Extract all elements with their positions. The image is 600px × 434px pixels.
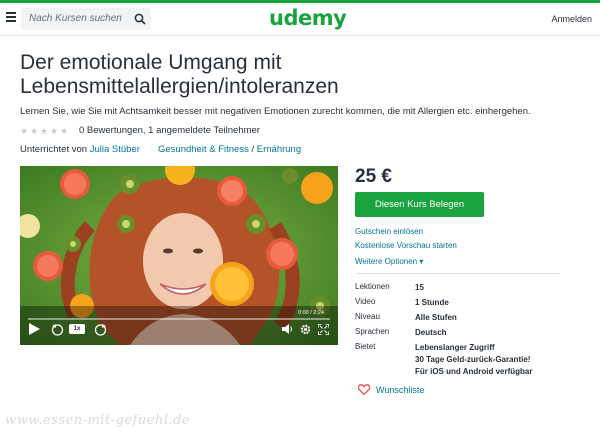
detail-key: Lektionen [355,282,390,291]
top-navbar: udemy Anmelden [0,0,600,36]
detail-value: 1 Stunde [415,298,449,307]
forward-icon[interactable] [93,322,107,336]
star-icon: ★ [20,125,29,136]
detail-value: Für iOS und Android verfügbar [415,367,533,376]
settings-gear-icon[interactable] [299,322,311,336]
more-options-dropdown[interactable]: Weitere Optionen ▾ [355,257,423,266]
star-icon: ★ [40,125,49,136]
subcategory-link[interactable]: Ernährung [257,144,301,155]
course-price: 25 € [355,166,392,187]
detail-value: Alle Stufen [415,313,457,322]
detail-value: Deutsch [415,328,447,337]
wishlist-button[interactable]: Wunschliste [358,384,424,395]
instructor-prefix: Unterrichtet von [20,144,88,155]
wishlist-label: Wunschliste [376,384,425,395]
menu-icon[interactable] [6,12,16,24]
breadcrumb: Gesundheit & Fitness / Ernährung [158,144,301,155]
heart-icon [358,384,370,395]
rewind-icon[interactable] [50,322,64,336]
video-time: 0:00 / 2:24 [298,310,324,316]
course-subtitle: Lernen Sie, wie Sie mit Achtsamkeit bess… [20,106,531,117]
detail-key: Niveau [355,312,380,321]
udemy-logo[interactable]: udemy [269,6,347,30]
detail-key: Bietet [355,342,376,351]
instructor-link[interactable]: Julia Stüber [90,144,140,155]
playback-speed-button[interactable]: 1x [69,324,85,334]
video-progress-bar[interactable] [28,318,330,320]
star-icon: ★ [30,125,39,136]
star-icon: ★ [50,125,59,136]
free-preview-link[interactable]: Kostenlose Vorschau starten [355,241,457,250]
video-player[interactable]: 0:00 / 2:24 1x [20,166,338,345]
redeem-coupon-link[interactable]: Gutschein einlösen [355,227,423,236]
category-link[interactable]: Gesundheit & Fitness [158,144,249,155]
detail-key: Sprachen [355,327,390,336]
fullscreen-icon[interactable] [317,322,329,336]
play-icon[interactable] [27,322,41,336]
breadcrumb-separator: / [251,144,255,155]
volume-icon[interactable] [281,322,293,336]
detail-value: 15 [415,283,424,292]
detail-value: 30 Tage Geld-zurück-Garantie! [415,355,531,364]
search-input[interactable] [29,13,129,24]
detail-key: Video [355,297,376,306]
search-icon[interactable] [129,8,151,30]
instructor-row: Unterrichtet von Julia Stüber [20,144,140,155]
course-title: Der emotionale Umgang mit Lebensmittelal… [20,51,339,98]
star-rating: ★ ★ ★ ★ ★ [20,126,70,136]
rating-text: 0 Bewertungen, 1 angemeldete Teilnehmer [79,125,260,136]
rating-row: ★ ★ ★ ★ ★ 0 Bewertungen, 1 angemeldete T… [20,125,260,136]
detail-value: Lebenslanger Zugriff [415,343,495,352]
search-bar [21,8,151,30]
divider [355,273,560,274]
star-icon: ★ [60,125,69,136]
login-link[interactable]: Anmelden [551,14,592,24]
buy-course-button[interactable]: Diesen Kurs Belegen [355,192,484,217]
watermark: www.essen-mit-gefuehl.de [5,413,191,428]
